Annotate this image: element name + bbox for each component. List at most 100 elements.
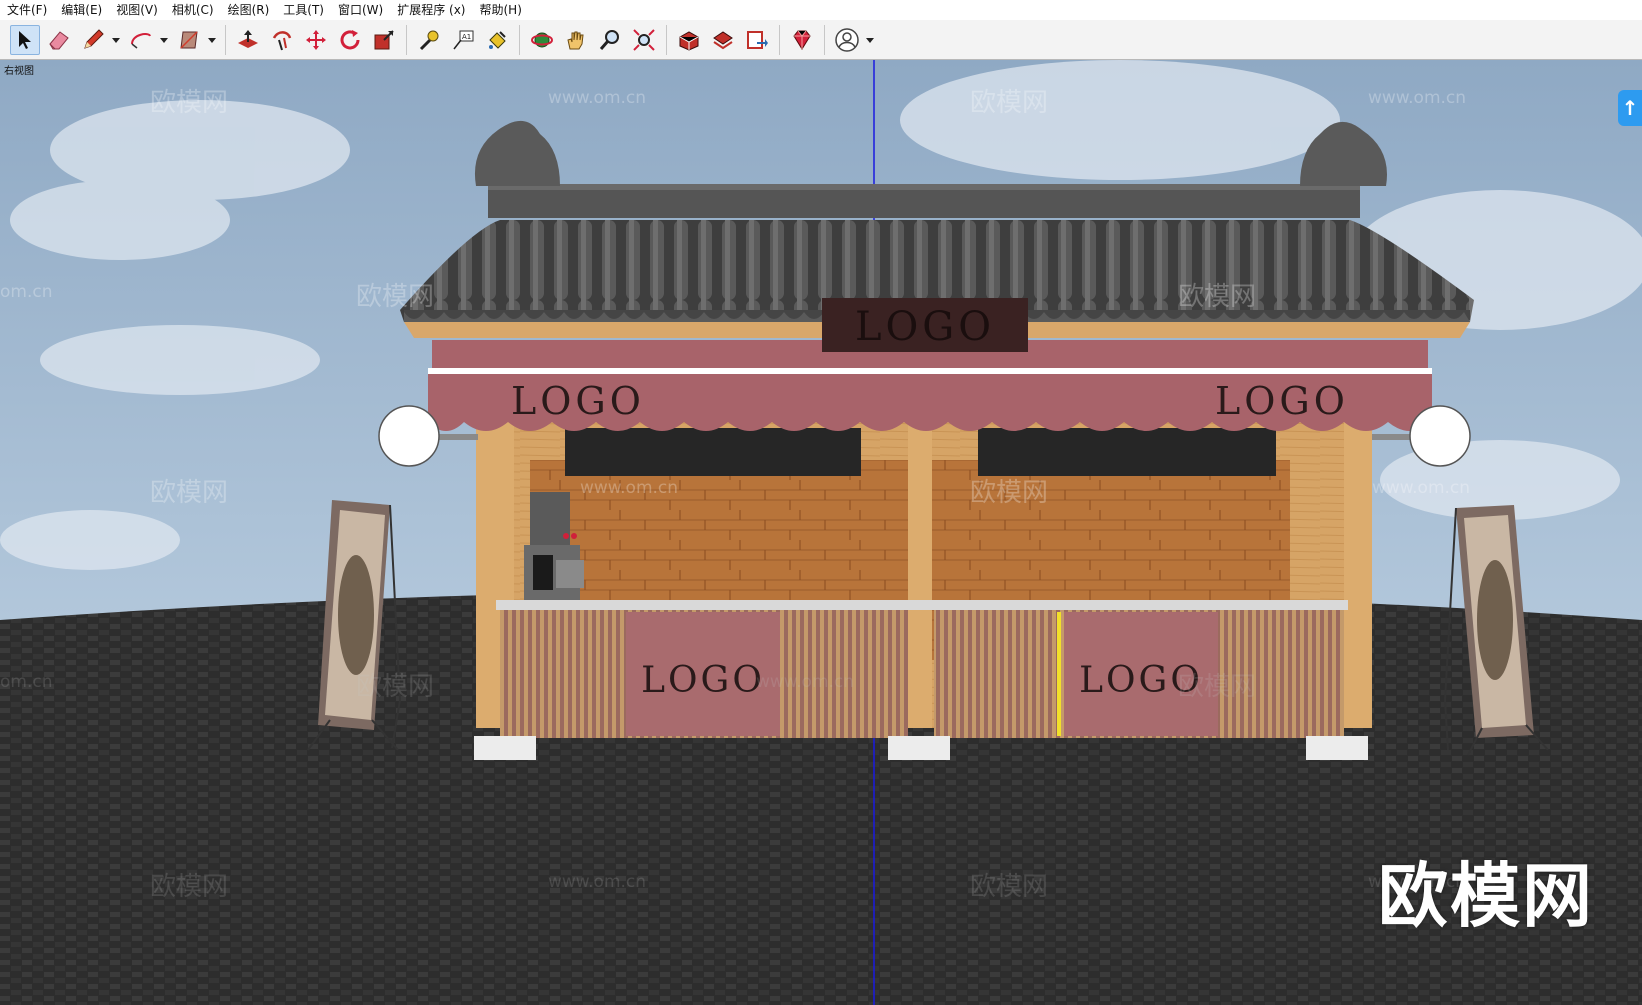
tape-measure-tool-button[interactable] bbox=[414, 25, 444, 55]
base-block-right bbox=[1306, 736, 1368, 760]
scale-icon bbox=[374, 29, 394, 49]
account-button[interactable] bbox=[832, 25, 862, 55]
scale-tool-button[interactable] bbox=[369, 25, 399, 55]
warehouse-icon bbox=[679, 30, 699, 51]
watermark-text: 欧模网 bbox=[1178, 282, 1257, 312]
select-icon bbox=[19, 30, 31, 49]
paint-bucket-icon bbox=[489, 30, 506, 49]
zoom-extents-tool-button[interactable] bbox=[629, 25, 659, 55]
push-pull-icon bbox=[238, 29, 258, 48]
watermark-url: www.om.cn bbox=[580, 478, 679, 498]
watermark-text: 欧模网 bbox=[150, 872, 229, 902]
pencil-icon bbox=[84, 28, 104, 49]
pan-icon bbox=[567, 31, 584, 49]
menu-draw[interactable]: 绘图(R) bbox=[221, 0, 277, 20]
ruby-console-button[interactable] bbox=[787, 25, 817, 55]
watermark-text: 欧模网 bbox=[150, 88, 229, 118]
toolbar-separator bbox=[519, 24, 520, 55]
watermark-text: 欧模网 bbox=[356, 282, 435, 312]
rotate-icon bbox=[340, 29, 360, 49]
menu-board-left bbox=[565, 428, 861, 476]
toolbar-separator bbox=[666, 24, 667, 55]
model-viewport[interactable]: LOGO LOGO LOGO LOGO LOGO 右视图 欧模网 www.om.… bbox=[0, 60, 1642, 1005]
arc-dropdown[interactable] bbox=[158, 25, 170, 55]
rectangle-icon bbox=[180, 30, 198, 49]
side-panel-button[interactable]: ↑ bbox=[1618, 90, 1642, 126]
watermark-url-partial: om.cn bbox=[0, 282, 53, 302]
menu-bar: 文件(F) 编辑(E) 视图(V) 相机(C) 绘图(R) 工具(T) 窗口(W… bbox=[0, 0, 1642, 20]
push-pull-tool-button[interactable] bbox=[233, 25, 263, 55]
ruby-icon bbox=[793, 30, 811, 50]
watermark-url: www.om.cn bbox=[1368, 88, 1467, 108]
zoom-icon bbox=[599, 29, 619, 50]
pan-tool-button[interactable] bbox=[561, 25, 591, 55]
base-block-left bbox=[474, 736, 536, 760]
move-icon bbox=[306, 29, 326, 50]
watermark-url: www.om.cn bbox=[1372, 478, 1471, 498]
view-label: 右视图 bbox=[4, 66, 34, 77]
zoom-extents-icon bbox=[633, 28, 655, 51]
pencil-dropdown[interactable] bbox=[110, 25, 122, 55]
svg-text:A1: A1 bbox=[462, 33, 471, 41]
menu-tools[interactable]: 工具(T) bbox=[276, 0, 331, 20]
move-tool-button[interactable] bbox=[301, 25, 331, 55]
awning-logo-left: LOGO bbox=[511, 379, 645, 423]
menu-camera[interactable]: 相机(C) bbox=[165, 0, 221, 20]
toolbar-separator bbox=[406, 24, 407, 55]
offset-icon bbox=[272, 30, 292, 50]
select-tool-button[interactable] bbox=[10, 24, 40, 55]
account-dropdown[interactable] bbox=[864, 25, 876, 55]
main-toolbar: A1 bbox=[0, 20, 1642, 60]
paint-bucket-tool-button[interactable] bbox=[482, 25, 512, 55]
post-center bbox=[908, 382, 932, 728]
eraser-icon bbox=[49, 30, 69, 49]
toolbar-separator bbox=[225, 24, 226, 55]
rectangle-dropdown[interactable] bbox=[206, 25, 218, 55]
menu-help[interactable]: 帮助(H) bbox=[472, 0, 528, 20]
watermark-text: 欧模网 bbox=[970, 478, 1049, 508]
offset-tool-button[interactable] bbox=[267, 25, 297, 55]
watermark-url-partial: om.cn bbox=[0, 672, 53, 692]
post-right bbox=[1344, 382, 1372, 728]
toolbar-separator bbox=[824, 24, 825, 55]
chevron-down-icon bbox=[160, 37, 168, 43]
orbit-icon bbox=[531, 32, 553, 47]
brand-watermark: 欧模网 bbox=[1378, 855, 1594, 937]
warehouse-button[interactable] bbox=[674, 25, 704, 55]
tape-measure-icon bbox=[419, 30, 439, 50]
extension-warehouse-button[interactable] bbox=[708, 25, 738, 55]
send-to-layout-icon bbox=[747, 30, 768, 49]
watermark-text: 欧模网 bbox=[970, 872, 1049, 902]
pencil-tool-button[interactable] bbox=[78, 25, 108, 55]
toolbar-separator bbox=[779, 24, 780, 55]
base-block-center bbox=[888, 736, 950, 760]
extension-warehouse-icon bbox=[713, 30, 733, 49]
send-to-layout-button[interactable] bbox=[742, 25, 772, 55]
watermark-text: 欧模网 bbox=[970, 88, 1049, 118]
menu-file[interactable]: 文件(F) bbox=[0, 0, 54, 20]
watermark-text: 欧模网 bbox=[150, 478, 229, 508]
watermark-text: 欧模网 bbox=[1178, 672, 1257, 702]
rotate-tool-button[interactable] bbox=[335, 25, 365, 55]
watermark-url: www.om.cn bbox=[548, 872, 647, 892]
rectangle-tool-button[interactable] bbox=[174, 25, 204, 55]
awning-logo-right: LOGO bbox=[1215, 379, 1349, 423]
roof-sign-logo: LOGO bbox=[855, 304, 995, 350]
menu-extensions[interactable]: 扩展程序 (x) bbox=[390, 0, 472, 20]
arc-tool-button[interactable] bbox=[126, 25, 156, 55]
menu-view[interactable]: 视图(V) bbox=[109, 0, 165, 20]
menu-board-right bbox=[978, 428, 1276, 476]
chevron-down-icon bbox=[112, 37, 120, 43]
watermark-url: www.om.cn bbox=[756, 672, 855, 692]
menu-edit[interactable]: 编辑(E) bbox=[54, 0, 109, 20]
yellow-edge-highlight bbox=[1057, 612, 1061, 736]
eraser-tool-button[interactable] bbox=[44, 25, 74, 55]
text-tool-button[interactable]: A1 bbox=[448, 25, 478, 55]
orbit-tool-button[interactable] bbox=[527, 25, 557, 55]
zoom-tool-button[interactable] bbox=[595, 25, 625, 55]
watermark-text: 欧模网 bbox=[356, 672, 435, 702]
menu-window[interactable]: 窗口(W) bbox=[331, 0, 390, 20]
counter-logo-left: LOGO bbox=[641, 660, 765, 701]
arc-icon bbox=[131, 32, 151, 49]
text-icon: A1 bbox=[453, 30, 474, 49]
